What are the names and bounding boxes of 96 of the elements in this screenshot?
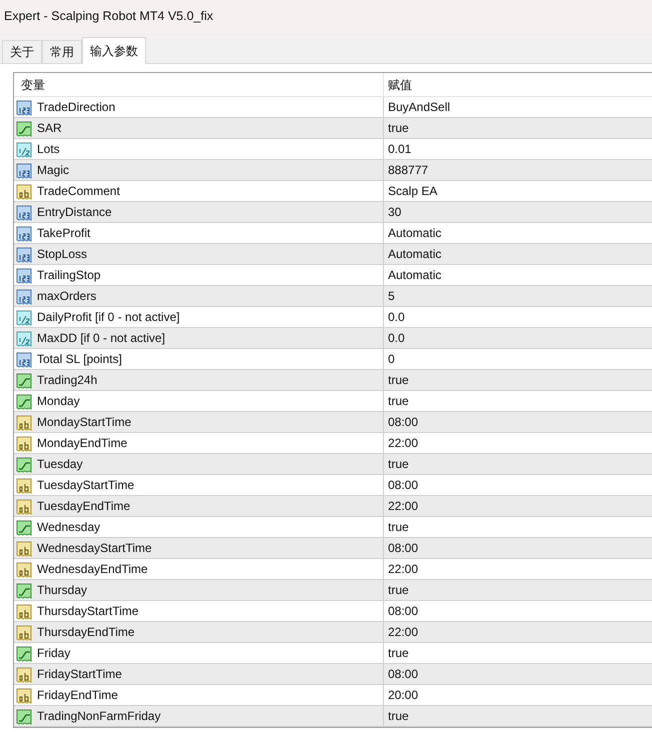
parameter-name: FridayEndTime [37, 687, 118, 704]
parameter-name: Wednesday [37, 519, 100, 536]
parameter-name: EntryDistance [37, 204, 112, 221]
parameter-value[interactable]: Automatic [388, 245, 442, 263]
parameter-name: TuesdayEndTime [37, 498, 130, 515]
parameter-value[interactable]: 08:00 [388, 476, 418, 494]
parameter-name: Magic [37, 162, 70, 179]
text-icon [16, 476, 33, 494]
toggle-icon [16, 708, 33, 724]
number-icon [16, 266, 33, 284]
parameter-name: Monday [37, 393, 80, 410]
parameter-value[interactable]: 20:00 [388, 686, 418, 704]
parameter-name: FridayStartTime [37, 666, 122, 683]
window-title: Expert - Scalping Robot MT4 V5.0_fix [4, 8, 214, 26]
parameter-name: Lots [37, 141, 60, 158]
parameter-value[interactable]: true [388, 392, 409, 410]
parameter-name: DailyProfit [if 0 - not active] [37, 309, 180, 326]
toggle-icon [16, 518, 33, 536]
text-icon [16, 560, 33, 578]
text-icon [16, 666, 33, 682]
number-icon [16, 350, 33, 368]
text-icon [16, 414, 33, 430]
parameter-name: TradeComment [37, 183, 120, 200]
parameter-value[interactable]: true [388, 581, 409, 599]
parameter-name: Friday [37, 645, 70, 662]
parameter-value[interactable]: 30 [388, 203, 402, 221]
toggle-icon [16, 644, 33, 662]
parameter-value[interactable]: 22:00 [388, 434, 418, 452]
number-icon [16, 246, 33, 262]
parameter-name: WednesdayStartTime [37, 540, 152, 557]
parameter-value[interactable]: true [388, 455, 409, 473]
parameter-name: TrailingStop [37, 267, 101, 284]
text-icon [16, 434, 33, 452]
text-icon [16, 602, 33, 620]
parameter-name: MondayStartTime [37, 414, 132, 431]
parameter-value[interactable]: 08:00 [388, 539, 418, 557]
parameter-value[interactable]: 22:00 [388, 497, 418, 515]
parameter-value[interactable]: true [388, 518, 409, 536]
parameter-name: SAR [37, 120, 62, 137]
fraction-icon [16, 140, 33, 158]
fraction-icon [16, 308, 33, 326]
parameter-value[interactable]: true [388, 119, 409, 137]
parameter-value[interactable]: 0.01 [388, 140, 412, 158]
number-icon [16, 224, 33, 242]
parameter-name: ThursdayStartTime [37, 603, 139, 620]
column-header[interactable]: 赋值 [384, 73, 652, 96]
parameter-value[interactable]: true [388, 371, 409, 389]
tab[interactable]: 输入参数 [82, 37, 146, 64]
parameter-value[interactable]: true [388, 644, 409, 662]
parameter-name: TradeDirection [37, 99, 116, 116]
parameter-value[interactable]: BuyAndSell [388, 98, 450, 116]
parameter-value[interactable]: 5 [388, 287, 395, 305]
parameter-name: Tuesday [37, 456, 83, 473]
text-icon [16, 182, 33, 200]
parameter-value[interactable]: Automatic [388, 266, 442, 284]
fraction-icon [16, 330, 33, 346]
parameter-name: TradingNonFarmFriday [37, 708, 161, 725]
parameter-value[interactable]: 08:00 [388, 665, 418, 683]
parameter-value[interactable]: 08:00 [388, 602, 418, 620]
parameter-name: Trading24h [37, 372, 98, 389]
toggle-icon [16, 120, 33, 136]
parameter-value[interactable]: 0.0 [388, 308, 405, 326]
parameter-value[interactable]: 22:00 [388, 623, 418, 641]
toggle-icon [16, 392, 33, 410]
tab[interactable]: 关于 [2, 40, 42, 63]
text-icon [16, 624, 33, 640]
text-icon [16, 686, 33, 704]
parameter-value[interactable]: Automatic [388, 224, 442, 242]
parameter-name: maxOrders [37, 288, 96, 305]
parameter-value[interactable]: 0 [388, 350, 395, 368]
parameter-value[interactable]: 0.0 [388, 329, 405, 347]
parameter-value[interactable]: 888777 [388, 161, 428, 179]
number-icon [16, 204, 33, 220]
parameter-value[interactable]: true [388, 707, 409, 725]
parameter-name: Total SL [points] [37, 351, 122, 368]
parameter-value[interactable]: 22:00 [388, 560, 418, 578]
parameter-name: TuesdayStartTime [37, 477, 134, 494]
parameter-name: MondayEndTime [37, 435, 128, 452]
text-icon [16, 540, 33, 556]
parameter-value[interactable]: 08:00 [388, 413, 418, 431]
parameter-name: WednesdayEndTime [37, 561, 148, 578]
column-header[interactable]: 变量 [14, 73, 384, 96]
toggle-icon [16, 582, 33, 598]
parameter-name: MaxDD [if 0 - not active] [37, 330, 166, 347]
parameter-value[interactable]: Scalp EA [388, 182, 438, 200]
number-icon [16, 162, 33, 178]
parameter-name: Thursday [37, 582, 88, 599]
parameter-name: StopLoss [37, 246, 88, 263]
text-icon [16, 498, 33, 514]
number-icon [16, 288, 33, 304]
number-icon [16, 98, 33, 116]
toggle-icon [16, 372, 33, 388]
parameter-name: ThursdayEndTime [37, 624, 135, 641]
parameter-name: TakeProfit [37, 225, 90, 242]
toggle-icon [16, 456, 33, 472]
tab[interactable]: 常用 [42, 40, 82, 63]
